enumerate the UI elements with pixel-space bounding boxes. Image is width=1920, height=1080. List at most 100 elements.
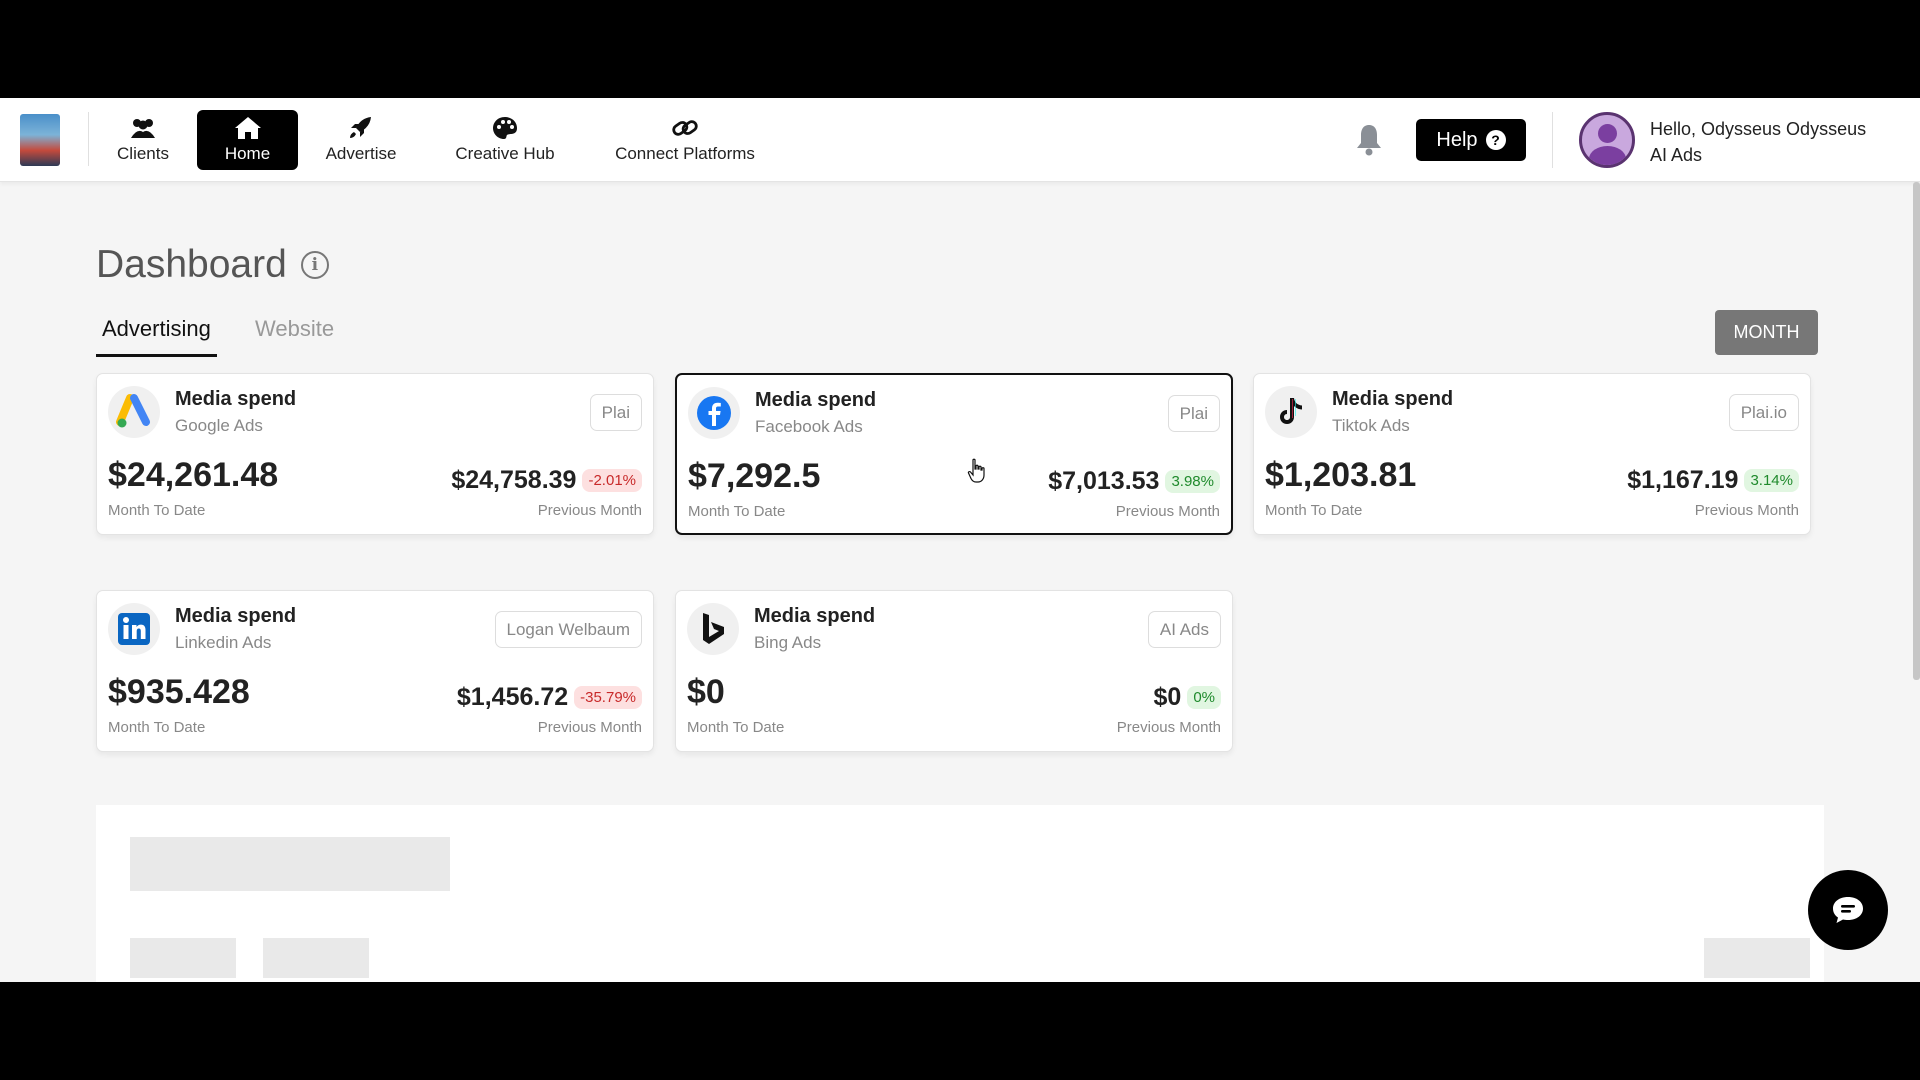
previous-value: $24,758.39 <box>451 466 577 494</box>
avatar[interactable] <box>1579 112 1635 168</box>
app-screen: Clients Home Advertise Creative Hub Conn… <box>0 98 1920 982</box>
user-org: AI Ads <box>1650 145 1703 165</box>
platform-logo <box>108 386 160 438</box>
nav-item-creative-hub[interactable]: Creative Hub <box>446 110 564 170</box>
user-greeting: Hello, Odysseus Odysseus <box>1650 119 1867 139</box>
skeleton-block <box>130 938 236 978</box>
media-spend-card-google[interactable]: Media spend Google Ads Plai $24,261.48 M… <box>96 373 654 535</box>
brand-logo[interactable] <box>20 114 60 166</box>
link-icon <box>672 120 698 136</box>
nav-item-home[interactable]: Home <box>197 110 298 170</box>
mtd-label: Month To Date <box>1265 502 1363 519</box>
mtd-value: $935.428 <box>108 673 250 711</box>
home-icon <box>234 117 261 139</box>
previous-month-group: $1,167.19 3.14% <box>1627 466 1799 495</box>
users-icon <box>131 119 155 138</box>
card-title: Media spend <box>175 388 297 410</box>
previous-month-group: $0 0% <box>1153 683 1221 712</box>
nav-label: Connect Platforms <box>615 144 755 163</box>
page-title: Dashboard i <box>96 243 329 287</box>
mtd-label: Month To Date <box>108 719 206 736</box>
chat-widget-button[interactable] <box>1808 870 1888 950</box>
mtd-value: $1,203.81 <box>1265 456 1417 494</box>
previous-label: Previous Month <box>1116 719 1221 736</box>
rocket-icon <box>350 117 371 138</box>
card-title: Media spend <box>1332 388 1454 410</box>
chat-icon <box>1833 897 1863 923</box>
mtd-label: Month To Date <box>687 719 785 736</box>
previous-value: $1,167.19 <box>1627 466 1739 494</box>
period-month-button[interactable]: MONTH <box>1715 310 1818 355</box>
change-badge: 0% <box>1187 686 1221 709</box>
tiktok-icon <box>1280 398 1302 424</box>
top-nav: Clients Home Advertise Creative Hub Conn… <box>0 98 1920 182</box>
account-tag: Plai <box>1167 395 1220 432</box>
user-info[interactable]: Hello, Odysseus Odysseus AI Ads <box>1650 116 1866 168</box>
previous-label: Previous Month <box>537 502 642 519</box>
bing-icon <box>703 613 724 644</box>
bell-icon[interactable] <box>1353 122 1385 156</box>
nav-item-connect-platforms[interactable]: Connect Platforms <box>605 110 765 170</box>
card-platform: Google Ads <box>175 416 263 435</box>
scrollbar-thumb[interactable] <box>1913 182 1920 680</box>
account-tag: Plai <box>589 394 642 431</box>
previous-month-group: $24,758.39 -2.01% <box>451 466 642 495</box>
skeleton-block <box>1704 938 1810 978</box>
skeleton-title <box>130 837 450 891</box>
avatar-head-shape <box>1598 124 1617 143</box>
media-spend-card-tiktok[interactable]: Media spend Tiktok Ads Plai.io $1,203.81… <box>1253 373 1811 535</box>
previous-month-group: $7,013.53 3.98% <box>1048 467 1220 496</box>
google-ads-icon <box>116 394 150 428</box>
nav-item-clients[interactable]: Clients <box>106 110 180 170</box>
previous-month-group: $1,456.72 -35.79% <box>457 683 642 712</box>
card-platform: Linkedin Ads <box>175 633 272 652</box>
change-badge: -2.01% <box>582 469 642 492</box>
account-tag: Logan Welbaum <box>494 611 642 648</box>
media-spend-card-linkedin[interactable]: Media spend Linkedin Ads Logan Welbaum $… <box>96 590 654 752</box>
mtd-label: Month To Date <box>688 503 786 520</box>
help-label: Help <box>1436 128 1478 151</box>
tab-website[interactable]: Website <box>255 316 334 354</box>
media-spend-card-bing[interactable]: Media spend Bing Ads AI Ads $0 Month To … <box>675 590 1233 752</box>
hand-cursor-icon <box>967 458 985 483</box>
nav-label: Creative Hub <box>455 144 555 163</box>
previous-label: Previous Month <box>1115 503 1220 520</box>
account-tag: AI Ads <box>1147 611 1221 648</box>
card-title: Media spend <box>175 605 297 627</box>
previous-value: $0 <box>1153 683 1182 711</box>
platform-logo <box>1265 386 1317 438</box>
change-badge: -35.79% <box>574 686 642 709</box>
platform-logo <box>108 603 160 655</box>
platform-logo <box>687 603 739 655</box>
change-badge: 3.14% <box>1744 469 1799 492</box>
previous-value: $7,013.53 <box>1048 467 1160 495</box>
nav-label: Advertise <box>325 144 397 163</box>
card-platform: Bing Ads <box>754 633 822 652</box>
avatar-body-shape <box>1589 146 1626 165</box>
skeleton-block <box>263 938 369 978</box>
nav-label: Clients <box>117 144 169 163</box>
card-title: Media spend <box>754 605 876 627</box>
media-spend-card-facebook[interactable]: Media spend Facebook Ads Plai $7,292.5 M… <box>675 373 1233 535</box>
platform-logo <box>688 387 740 439</box>
info-icon[interactable]: i <box>300 251 329 279</box>
help-button[interactable]: Help ? <box>1416 119 1526 161</box>
nav-label: Home <box>224 144 271 163</box>
card-platform: Tiktok Ads <box>1332 416 1410 435</box>
card-platform: Facebook Ads <box>755 417 863 436</box>
divider <box>1552 112 1553 168</box>
mtd-value: $7,292.5 <box>688 457 821 495</box>
nav-item-advertise[interactable]: Advertise <box>318 110 404 170</box>
previous-label: Previous Month <box>537 719 642 736</box>
mtd-value: $0 <box>687 673 725 711</box>
previous-value: $1,456.72 <box>456 683 569 711</box>
linkedin-icon <box>118 613 150 645</box>
previous-label: Previous Month <box>1694 502 1799 519</box>
question-icon: ? <box>1485 130 1506 150</box>
page-title-text: Dashboard <box>96 243 287 286</box>
tab-advertising[interactable]: Advertising <box>96 316 217 357</box>
mtd-value: $24,261.48 <box>108 456 279 494</box>
card-title: Media spend <box>755 389 877 411</box>
loading-panel <box>96 805 1824 982</box>
palette-icon <box>493 117 517 139</box>
